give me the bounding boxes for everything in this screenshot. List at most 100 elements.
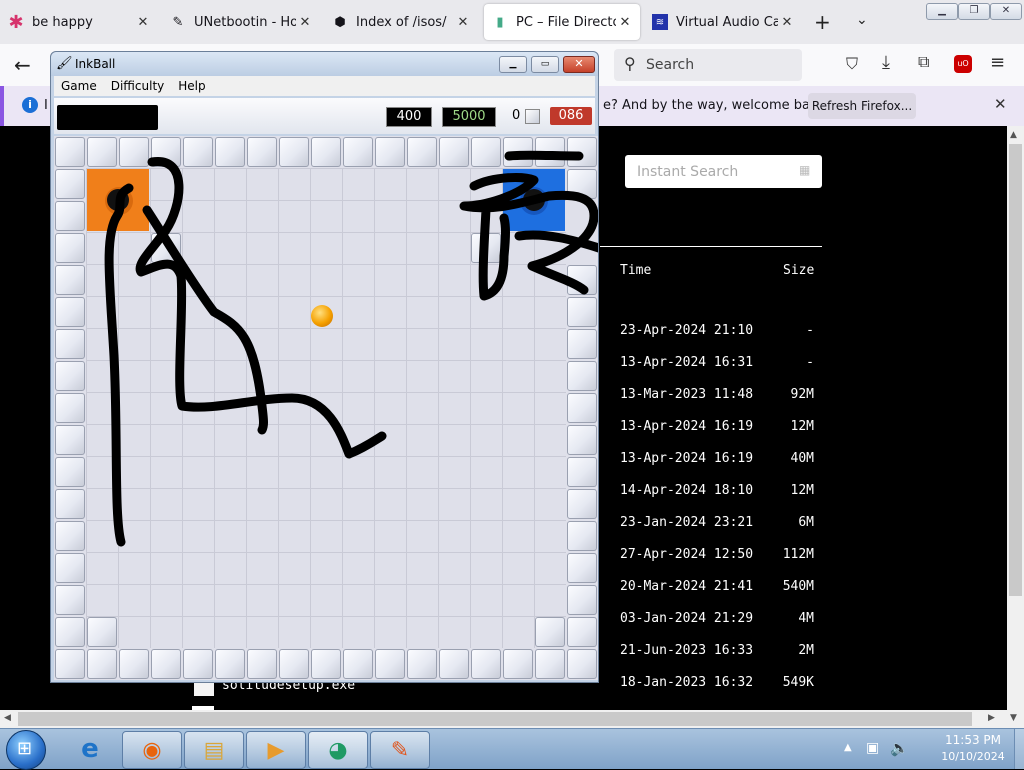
row-size: 92M: [790, 387, 814, 402]
media-player-icon[interactable]: ▶: [246, 731, 306, 769]
table-divider: [600, 246, 822, 247]
inkball-title: InkBall: [75, 57, 116, 71]
inkball-menu-bar: Game Difficulty Help: [54, 76, 595, 96]
inkball-title-bar[interactable]: 🖌 InkBall ▁ ▭ ✕: [51, 52, 598, 76]
inkball-window: 🖌 InkBall ▁ ▭ ✕ Game Difficulty Help 400…: [50, 51, 599, 683]
search-box[interactable]: ⚲ Search: [614, 49, 802, 81]
firefox-icon[interactable]: ◉: [122, 731, 182, 769]
row-size: -: [806, 323, 814, 338]
extensions-icon[interactable]: ⧉: [918, 52, 929, 72]
restore-window-button[interactable]: ❐: [958, 3, 990, 20]
inkball-maximize-button[interactable]: ▭: [531, 56, 559, 73]
hamburger-menu-icon[interactable]: ≡: [990, 52, 1005, 73]
row-size: 540M: [782, 579, 814, 594]
media-center-icon[interactable]: ◕: [308, 731, 368, 769]
tab-label: Index of /isos/: [356, 14, 447, 30]
explorer-icon[interactable]: ▤: [184, 731, 244, 769]
asterisk-icon: ✱: [8, 11, 24, 33]
close-tab-icon[interactable]: ✕: [296, 15, 314, 30]
row-size: 40M: [790, 451, 814, 466]
search-icon: ⚲: [624, 54, 636, 73]
row-size: 12M: [790, 419, 814, 434]
show-hidden-icons-icon[interactable]: ▲: [844, 742, 852, 753]
audio-icon: ≋: [652, 14, 668, 30]
horizontal-scrollbar[interactable]: ◀ ▶ ▼: [0, 710, 1024, 728]
inkball-board[interactable]: [54, 136, 598, 680]
vertical-scrollbar[interactable]: ▲: [1007, 126, 1024, 710]
menu-difficulty[interactable]: Difficulty: [104, 79, 172, 93]
tab-label: be happy: [32, 14, 93, 30]
start-button[interactable]: ⊞: [6, 730, 46, 770]
inkball-app-icon: 🖌: [56, 56, 73, 71]
row-size: 2M: [798, 643, 814, 658]
show-desktop-button[interactable]: [1014, 729, 1024, 769]
inkball-status-bar: 400 5000 0 086: [54, 98, 595, 134]
inkball-minimize-button[interactable]: ▁: [499, 56, 527, 73]
tab-be-happy[interactable]: ✱ be happy ✕: [0, 4, 158, 40]
instant-search-placeholder: Instant Search: [637, 164, 739, 180]
inkball-icon[interactable]: ✎: [370, 731, 430, 769]
menu-game[interactable]: Game: [54, 79, 104, 93]
new-tab-button[interactable]: +: [814, 10, 831, 34]
cube-icon: ⬢: [334, 14, 346, 30]
download-icon[interactable]: ⤓: [882, 52, 890, 73]
ink-strokes: [104, 150, 598, 547]
ink-stroke-top-dash: [504, 150, 584, 161]
search-placeholder: Search: [646, 57, 695, 73]
volume-icon[interactable]: 🔈: [890, 739, 909, 757]
back-arrow-icon[interactable]: ←: [14, 53, 31, 77]
column-header-time[interactable]: Time: [620, 263, 651, 278]
inkball-close-button[interactable]: ✕: [563, 56, 595, 73]
info-icon: i: [22, 97, 38, 113]
tab-label: PC – File Directory: [516, 14, 616, 30]
row-size: 112M: [782, 547, 814, 562]
refresh-firefox-button[interactable]: Refresh Firefox...: [808, 93, 916, 119]
network-icon[interactable]: ▣: [866, 740, 879, 756]
tab-pc-file-directory[interactable]: ▮ PC – File Directory ✕: [484, 4, 640, 40]
ink-stroke-left-column: [104, 183, 134, 547]
keyboard-icon: ▦: [799, 163, 811, 177]
clock-date[interactable]: 10/10/2024: [938, 750, 1008, 763]
ie-icon[interactable]: e: [61, 731, 119, 767]
score-display: 400: [386, 107, 432, 127]
ublock-icon[interactable]: uO: [954, 55, 972, 73]
row-size: 6M: [798, 515, 814, 530]
clock-time[interactable]: 11:53 PM: [938, 733, 1008, 747]
row-size: -: [806, 355, 814, 370]
scroll-up-arrow-icon[interactable]: ▲: [1010, 130, 1017, 140]
tab-unetbootin[interactable]: ✎ UNetbootin - Hom ✕: [162, 4, 320, 40]
balls-count: 0: [512, 108, 521, 123]
column-header-size[interactable]: Size: [783, 263, 814, 278]
close-tab-icon[interactable]: ✕: [134, 15, 152, 30]
scroll-right-arrow-icon[interactable]: ▶: [988, 713, 995, 723]
tab-label: UNetbootin - Hom: [194, 14, 296, 30]
close-window-button[interactable]: ✕: [990, 3, 1022, 20]
horizontal-scroll-thumb[interactable]: [18, 712, 972, 726]
instant-search-input[interactable]: Instant Search ▦: [625, 155, 822, 188]
notification-leading-text: I: [44, 98, 48, 113]
menu-help[interactable]: Help: [171, 79, 212, 93]
list-all-tabs-icon[interactable]: ⌄: [856, 12, 868, 28]
tab-label: Virtual Audio Cable: [676, 14, 778, 30]
high-score-display: 5000: [442, 107, 496, 127]
ball-tile-icon: [525, 109, 540, 124]
tab-virtual-audio-cable[interactable]: ≋ Virtual Audio Cable ✕: [644, 4, 802, 40]
row-size: 4M: [798, 611, 814, 626]
close-tab-icon[interactable]: ✕: [778, 15, 796, 30]
exe-file-icon: [194, 682, 214, 696]
minimize-window-button[interactable]: ▁: [926, 3, 958, 20]
ink-stroke-diagonal: [142, 205, 268, 435]
vertical-scroll-thumb[interactable]: [1009, 144, 1022, 596]
close-tab-icon[interactable]: ✕: [454, 15, 472, 30]
scroll-down-arrow-icon[interactable]: ▼: [1010, 713, 1017, 723]
scroll-left-arrow-icon[interactable]: ◀: [4, 713, 11, 723]
timer-display: 086: [550, 107, 592, 125]
tab-index-of-isos[interactable]: ⬢ Index of /isos/ ✕: [324, 4, 478, 40]
row-size: 549K: [782, 675, 814, 690]
row-size: 12M: [790, 483, 814, 498]
close-tab-icon[interactable]: ✕: [616, 15, 634, 30]
pocket-icon[interactable]: ⛉: [846, 54, 858, 74]
ball-queue-panel: [57, 105, 158, 130]
notification-text: e? And by the way, welcome back!: [603, 98, 830, 113]
close-notification-icon[interactable]: ✕: [994, 95, 1007, 113]
